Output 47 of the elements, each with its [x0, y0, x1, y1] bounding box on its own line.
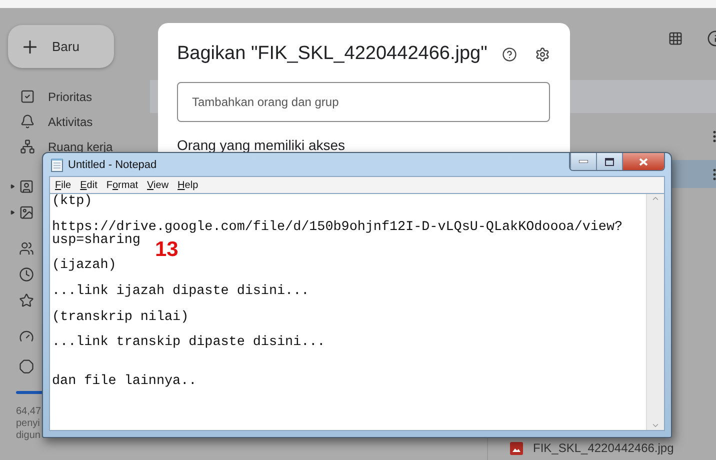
star-icon[interactable]	[19, 292, 34, 308]
settings-icon[interactable]	[535, 46, 550, 62]
maximize-icon	[605, 158, 614, 166]
maximize-button[interactable]	[596, 153, 622, 170]
text-line: ...link transkip dipaste disini...	[52, 337, 326, 350]
file-name[interactable]: FIK_SKL_4220442466.jpg	[533, 441, 674, 455]
help-icon[interactable]	[502, 46, 517, 62]
dialog-title: Bagikan "FIK_SKL_4220442466.jpg"	[177, 43, 488, 65]
annotation-number: 13	[155, 238, 178, 262]
close-button[interactable]	[622, 153, 664, 170]
new-button[interactable]: Baru	[8, 25, 114, 68]
storage-text: 64,47	[16, 406, 42, 418]
text-line: usp=sharing	[52, 234, 140, 248]
octagon-icon[interactable]	[19, 358, 34, 374]
grid-view-icon[interactable]	[668, 30, 683, 46]
minimize-button[interactable]	[570, 153, 596, 170]
text-line: (ktp)	[52, 196, 94, 209]
check-square-icon[interactable]	[20, 89, 35, 104]
window-title: Untitled - Notepad	[68, 158, 158, 170]
text-line: dan file lainnya..	[52, 376, 198, 389]
image-icon[interactable]	[19, 204, 34, 220]
menu-item[interactable]: Help	[178, 180, 198, 190]
storage-text: penyi	[16, 418, 41, 430]
expand-icon[interactable]	[10, 184, 15, 188]
image-file-icon	[510, 442, 523, 454]
menu-item[interactable]: Format	[106, 180, 138, 190]
close-icon	[639, 158, 648, 166]
menu-item[interactable]: File	[55, 180, 72, 190]
storage-text: digun	[16, 430, 42, 442]
gauge-icon[interactable]	[19, 328, 34, 344]
text-line: ...link ijazah dipaste disini...	[52, 286, 310, 299]
expand-icon[interactable]	[10, 210, 15, 214]
clock-icon[interactable]	[19, 266, 34, 282]
nav-item[interactable]: Aktivitas	[48, 114, 93, 128]
nav-item[interactable]: Prioritas	[48, 90, 92, 104]
menu-item[interactable]: Edit	[80, 180, 98, 190]
notepad-icon	[51, 158, 63, 172]
text-line: (ijazah)	[52, 260, 118, 274]
menu-item[interactable]: View	[147, 180, 169, 190]
nodes-icon[interactable]	[20, 139, 35, 154]
add-people-field[interactable]: Tambahkan orang dan grup	[177, 82, 550, 122]
text-line: (transkrip nilai)	[52, 312, 190, 325]
bell-icon[interactable]	[20, 114, 35, 129]
text-editor[interactable]	[49, 193, 665, 431]
user-card-icon[interactable]	[19, 178, 34, 194]
minimize-icon	[579, 160, 588, 163]
people-icon[interactable]	[19, 240, 34, 256]
